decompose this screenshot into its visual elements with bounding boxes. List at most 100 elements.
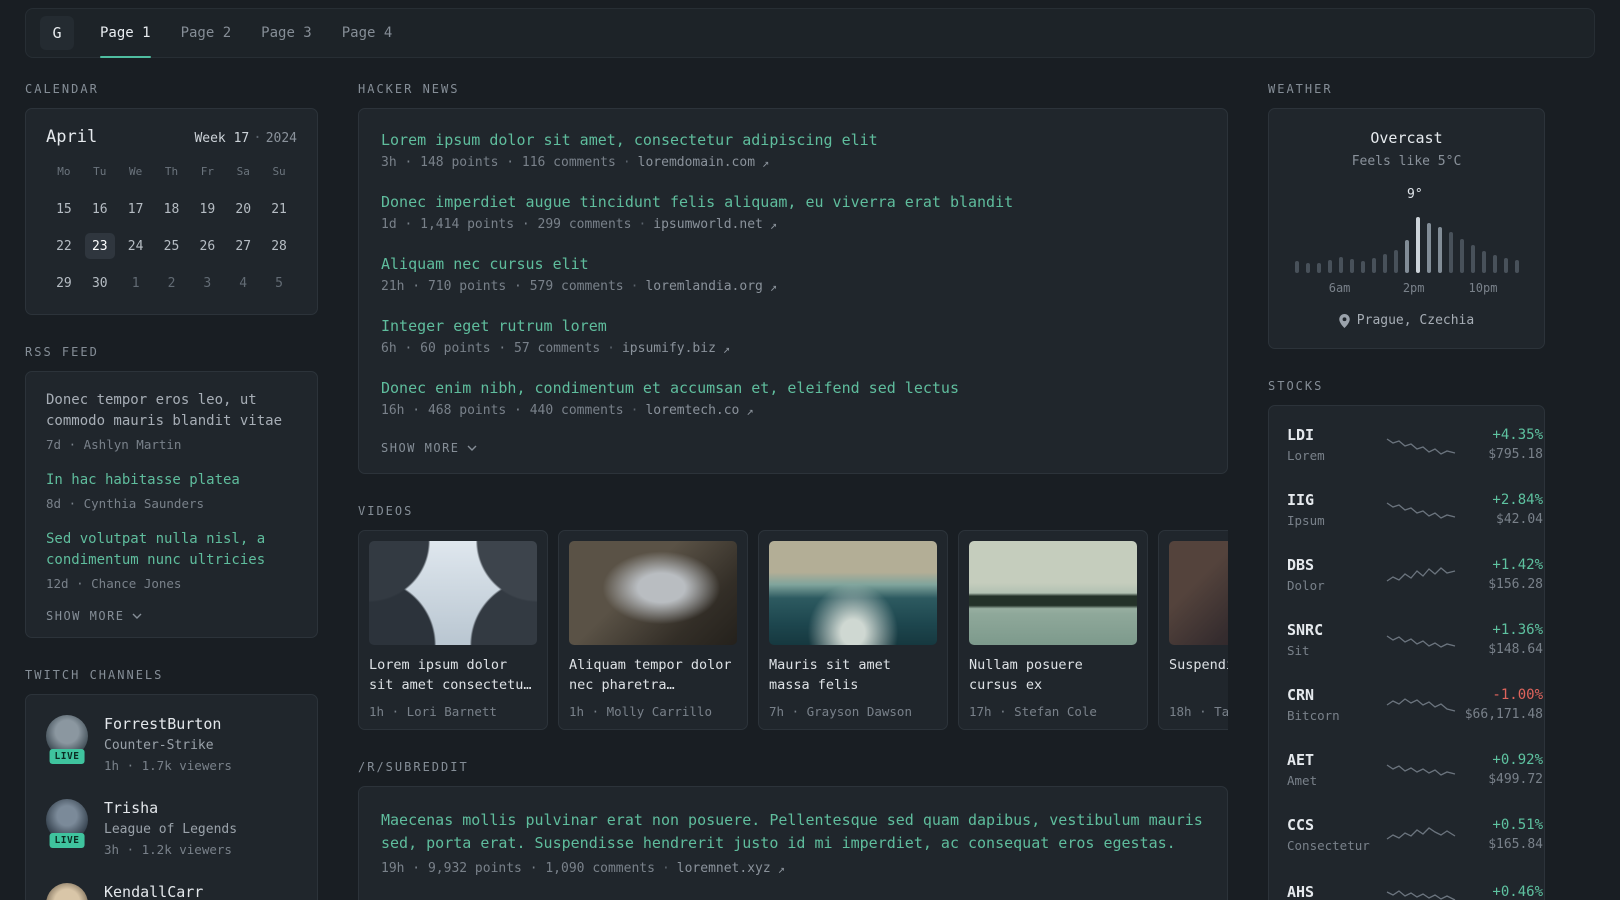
- stock-row[interactable]: CRN Bitcorn -1.00% $66,171.48: [1287, 672, 1543, 737]
- rss-headline-link[interactable]: Sed volutpat nulla nisl, a condimentum n…: [46, 529, 297, 571]
- stock-row[interactable]: CCS Consectetur +0.51% $165.84: [1287, 802, 1543, 867]
- calendar-card: April Week 17 · 2024 Mo Tu We Th Fr Sa Su …: [25, 108, 318, 315]
- weekday-label: Sa: [236, 165, 250, 178]
- stock-row[interactable]: LDI Lorem +4.35% $795.18: [1287, 412, 1543, 477]
- hn-story-link[interactable]: Aliquam nec cursus elit: [381, 255, 1205, 273]
- video-card[interactable]: Lorem ipsum dolor sit amet consectetu… 1…: [358, 530, 548, 730]
- videos-row: Lorem ipsum dolor sit amet consectetu… 1…: [358, 530, 1228, 730]
- video-thumbnail: [569, 541, 737, 645]
- hn-story-link[interactable]: Lorem ipsum dolor sit amet, consectetur …: [381, 131, 1205, 149]
- twitch-channel-row[interactable]: LIVE ForrestBurton Counter-Strike 1h · 1…: [46, 715, 297, 773]
- reddit-widget: /R/SUBREDDIT Maecenas mollis pulvinar er…: [358, 760, 1228, 900]
- stock-row[interactable]: AET Amet +0.92% $499.72: [1287, 737, 1543, 802]
- rss-headline-link[interactable]: In hac habitasse platea: [46, 470, 297, 491]
- hn-source-link[interactable]: ipsumify.biz: [622, 341, 716, 356]
- stock-row[interactable]: AHS +0.46%: [1287, 867, 1543, 900]
- weekday-label: Tu: [93, 165, 107, 178]
- hn-item-meta: 21h · 710 points · 579 comments · loreml…: [381, 279, 1205, 294]
- stock-row[interactable]: IIG Ipsum +2.84% $42.04: [1287, 477, 1543, 542]
- stock-price: $795.18: [1488, 447, 1543, 462]
- channel-name: Trisha: [104, 799, 159, 817]
- calendar-header: April Week 17 · 2024: [46, 127, 297, 147]
- stock-values: +0.92% $499.72: [1459, 752, 1543, 787]
- stock-name: Bitcorn: [1287, 708, 1340, 723]
- stock-row[interactable]: SNRC Sit +1.36% $148.64: [1287, 607, 1543, 672]
- reddit-post: Maecenas mollis pulvinar erat non posuer…: [381, 809, 1205, 876]
- channel-viewers: 1h · 1.7k viewers: [104, 758, 232, 773]
- live-badge: LIVE: [49, 833, 85, 848]
- tab-page-2[interactable]: Page 2: [181, 9, 232, 57]
- video-card[interactable]: Mauris sit amet massa felis 7h · Grayson…: [758, 530, 948, 730]
- stock-price: $156.28: [1488, 577, 1543, 592]
- video-card[interactable]: Aliquam tempor dolor nec pharetra… 1h · …: [558, 530, 748, 730]
- hn-show-more-button[interactable]: SHOW MORE: [381, 441, 1205, 455]
- rss-item: Donec tempor eros leo, ut commodo mauris…: [46, 390, 297, 452]
- stocks-widget: STOCKS LDI Lorem +4.35% $795.18 IIG Ipsu…: [1268, 379, 1545, 900]
- hn-item: Donec enim nibh, condimentum et accumsan…: [381, 379, 1205, 418]
- tab-page-1[interactable]: Page 1: [100, 9, 151, 58]
- calendar-day-grid: 15 16 17 18 19 20 21 22 23 24 25 26 27 2…: [46, 196, 297, 296]
- stock-symbol: DBS: [1287, 556, 1315, 574]
- rss-headline-link[interactable]: Donec tempor eros leo, ut commodo mauris…: [46, 390, 297, 432]
- twitch-section-title: TWITCH CHANNELS: [25, 668, 164, 682]
- rss-item-meta: 7d · Ashlyn Martin: [46, 437, 182, 452]
- twitch-channel-row[interactable]: LIVE KendallCarr: [46, 883, 297, 900]
- reddit-post-link[interactable]: Maecenas mollis pulvinar erat non posuer…: [381, 809, 1205, 855]
- rss-show-more-button[interactable]: SHOW MORE: [46, 609, 297, 623]
- external-link-icon: ↗: [762, 155, 770, 170]
- video-meta: 1h · Lori Barnett: [369, 704, 497, 719]
- stock-name: Lorem: [1287, 448, 1325, 463]
- hn-source-link[interactable]: loremdomain.com: [638, 155, 755, 170]
- stock-id: LDI Lorem: [1287, 426, 1383, 463]
- video-card[interactable]: Nullam posuere cursus ex 17h · Stefan Co…: [958, 530, 1148, 730]
- stock-values: +2.84% $42.04: [1459, 492, 1543, 527]
- tab-page-4[interactable]: Page 4: [342, 9, 393, 57]
- hn-source-link[interactable]: loremlandia.org: [645, 279, 762, 294]
- stock-id: SNRC Sit: [1287, 621, 1383, 658]
- separator-dot: ·: [661, 861, 670, 876]
- video-title: Suspendisse diam: [1169, 657, 1228, 673]
- weather-bar: [1415, 217, 1420, 273]
- video-meta: 1h · Molly Carrillo: [569, 704, 712, 719]
- hn-source-link[interactable]: ipsumworld.net: [653, 217, 763, 232]
- separator-dot: ·: [253, 130, 262, 146]
- hn-story-link[interactable]: Donec imperdiet augue tincidunt felis al…: [381, 193, 1205, 211]
- stock-values: +0.46%: [1459, 884, 1543, 900]
- weather-section-title: WEATHER: [1268, 82, 1333, 96]
- channel-game: League of Legends: [104, 822, 238, 837]
- separator-dot: ·: [622, 155, 631, 170]
- stocks-section-title: STOCKS: [1268, 379, 1324, 393]
- stock-sparkline: [1383, 692, 1459, 718]
- stock-symbol: CRN: [1287, 686, 1315, 704]
- video-title: Aliquam tempor dolor nec pharetra…: [569, 657, 732, 693]
- weekday-label: Su: [272, 165, 286, 178]
- stock-sparkline: [1383, 822, 1459, 848]
- twitch-channel-row[interactable]: LIVE Trisha League of Legends 3h · 1.2k …: [46, 799, 297, 857]
- video-meta: 18h · Tara: [1169, 704, 1228, 719]
- weather-widget: WEATHER Overcast Feels like 5°C 9° 6am 2…: [1268, 82, 1545, 349]
- video-card[interactable]: Suspendisse diam 18h · Tara: [1158, 530, 1228, 730]
- channel-info: KendallCarr: [104, 883, 203, 900]
- calendar-widget: CALENDAR April Week 17 · 2024 Mo Tu We Th …: [25, 82, 318, 315]
- weather-time-label: 6am: [1328, 281, 1351, 295]
- hn-item: Donec imperdiet augue tincidunt felis al…: [381, 193, 1205, 232]
- reddit-source-link[interactable]: loremnet.xyz: [677, 861, 771, 876]
- weather-bar: [1327, 260, 1332, 273]
- weather-bar: [1294, 261, 1299, 273]
- hn-story-link[interactable]: Integer eget rutrum lorem: [381, 317, 1205, 335]
- weather-bar: [1316, 263, 1321, 273]
- tab-page-3[interactable]: Page 3: [261, 9, 312, 57]
- chevron-down-icon: [467, 445, 477, 451]
- hn-item-meta: 6h · 60 points · 57 comments · ipsumify.…: [381, 341, 1205, 356]
- stock-change: +0.51%: [1492, 817, 1543, 833]
- weather-bar: [1459, 239, 1464, 273]
- stock-row[interactable]: DBS Dolor +1.42% $156.28: [1287, 542, 1543, 607]
- hn-story-link[interactable]: Donec enim nibh, condimentum et accumsan…: [381, 379, 1205, 397]
- weather-bar: [1404, 240, 1409, 273]
- weekday-label: Th: [164, 165, 179, 178]
- hn-source-link[interactable]: loremtech.co: [645, 403, 739, 418]
- weather-bar: [1360, 261, 1365, 273]
- video-title: Mauris sit amet massa felis: [769, 657, 891, 693]
- weather-bar: [1305, 263, 1310, 273]
- weather-bar: [1481, 251, 1486, 273]
